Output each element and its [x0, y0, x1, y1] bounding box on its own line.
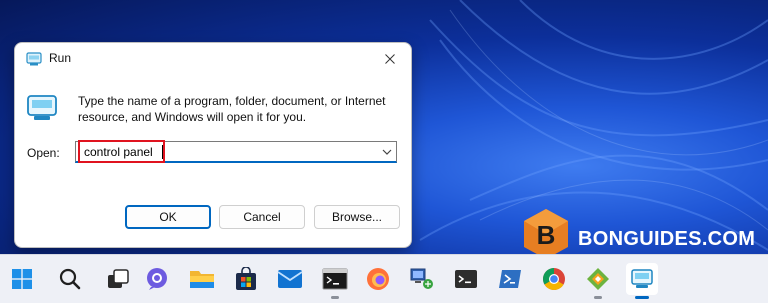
powershell-button[interactable] — [494, 263, 526, 295]
mail-button[interactable] — [274, 263, 306, 295]
start-button[interactable] — [6, 263, 38, 295]
task-view-button[interactable] — [102, 263, 134, 295]
search-icon — [59, 268, 81, 290]
title-bar[interactable]: Run — [15, 43, 411, 75]
close-button[interactable] — [379, 49, 401, 69]
active-indicator — [635, 296, 649, 299]
vmware-icon — [587, 268, 609, 290]
watermark-text: BONGUIDES.COM — [578, 228, 756, 250]
mail-icon — [277, 270, 303, 288]
firefox-icon — [367, 268, 389, 290]
ok-button[interactable]: OK — [125, 205, 211, 229]
command-prompt-icon — [322, 268, 348, 290]
dialog-description: Type the name of a program, folder, docu… — [78, 94, 386, 124]
microsoft-store-icon — [236, 267, 256, 290]
text-caret — [162, 145, 163, 159]
powershell-icon — [499, 270, 521, 288]
running-indicator — [331, 296, 339, 299]
run-taskbar-button[interactable] — [626, 263, 658, 299]
chrome-button[interactable] — [538, 263, 570, 295]
running-indicator — [594, 296, 602, 299]
run-dialog: Run Type the name of a program, folder, … — [14, 42, 412, 248]
chevron-down-icon[interactable] — [382, 148, 392, 156]
run-icon — [26, 52, 42, 66]
browse-button[interactable]: Browse... — [314, 205, 400, 229]
svg-text:B: B — [537, 220, 556, 250]
store-button[interactable] — [230, 263, 262, 295]
run-icon — [631, 269, 653, 288]
dialog-title: Run — [49, 51, 72, 65]
run-program-icon — [27, 95, 57, 120]
open-input[interactable]: control panel — [84, 145, 153, 159]
bonguides-logo-icon: B — [524, 209, 568, 259]
command-prompt-button[interactable] — [319, 263, 351, 299]
network-button[interactable] — [406, 263, 438, 295]
taskbar — [0, 254, 768, 303]
file-explorer-button[interactable] — [186, 263, 218, 295]
teams-chat-icon — [147, 268, 167, 290]
file-explorer-icon — [190, 271, 214, 288]
close-icon — [385, 54, 395, 64]
chat-button[interactable] — [141, 263, 173, 295]
terminal-button[interactable] — [450, 263, 482, 295]
firefox-button[interactable] — [362, 263, 394, 295]
open-combobox[interactable]: control panel — [75, 141, 397, 163]
open-label: Open: — [27, 146, 60, 160]
network-icon — [410, 268, 433, 289]
task-view-icon — [108, 269, 129, 288]
vmware-button[interactable] — [582, 263, 614, 299]
windows-start-icon — [12, 269, 32, 289]
terminal-icon — [455, 270, 477, 288]
chrome-icon — [543, 268, 565, 290]
search-button[interactable] — [54, 263, 86, 295]
cancel-button[interactable]: Cancel — [219, 205, 305, 229]
